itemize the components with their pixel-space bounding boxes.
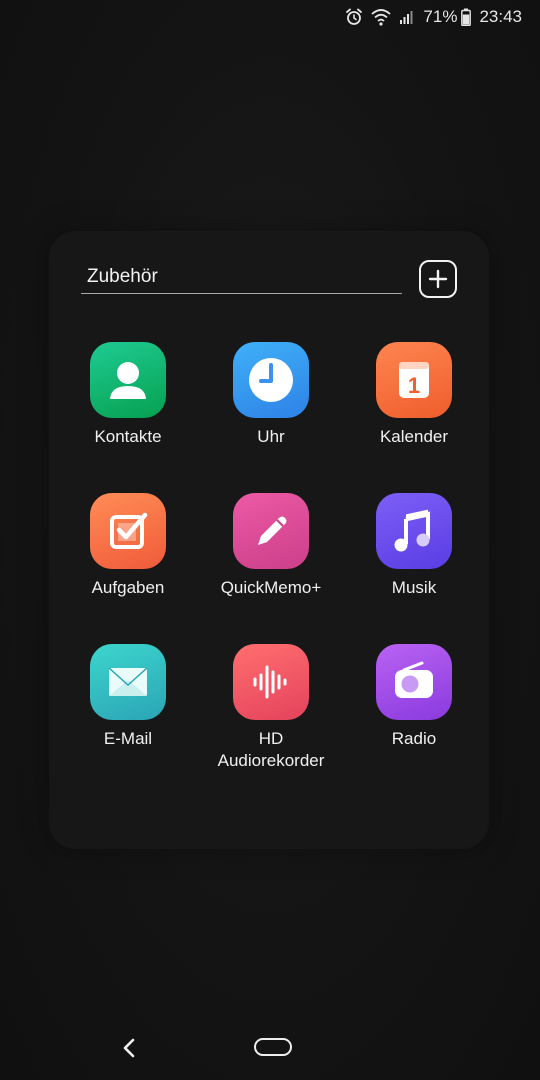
back-chevron-icon[interactable] bbox=[116, 1034, 142, 1062]
app-label: Musik bbox=[391, 578, 437, 597]
home-screen: 71% 23:43 Zubehör Kontakte Uhr 1 Kalende… bbox=[0, 0, 540, 1080]
app-label: E-Mail bbox=[103, 729, 153, 748]
plus-icon bbox=[428, 269, 448, 289]
task-checkbox-icon bbox=[90, 493, 166, 569]
app-radio[interactable]: Radio bbox=[341, 644, 487, 750]
app-label: Kalender bbox=[379, 427, 449, 446]
battery-icon bbox=[461, 8, 472, 26]
app-label: HD Audiorekorder bbox=[217, 729, 325, 770]
home-pill-icon[interactable] bbox=[254, 1038, 292, 1056]
app-email[interactable]: E-Mail bbox=[55, 644, 201, 750]
clock-icon bbox=[233, 342, 309, 418]
app-label: Radio bbox=[391, 729, 437, 748]
app-label: Uhr bbox=[257, 427, 285, 446]
signal-icon bbox=[399, 9, 415, 25]
app-hd-audiorekorder[interactable]: HD Audiorekorder bbox=[198, 644, 344, 772]
music-note-icon bbox=[376, 493, 452, 569]
calendar-icon: 1 bbox=[376, 342, 452, 418]
folder-header: Zubehör bbox=[81, 260, 457, 300]
wifi-icon bbox=[371, 8, 392, 26]
envelope-icon bbox=[90, 644, 166, 720]
app-quickmemo[interactable]: QuickMemo+ bbox=[198, 493, 344, 599]
app-uhr[interactable]: Uhr bbox=[198, 342, 344, 448]
status-bar: 71% 23:43 bbox=[0, 0, 540, 34]
contact-icon bbox=[90, 342, 166, 418]
add-app-button[interactable] bbox=[419, 260, 457, 298]
app-kontakte[interactable]: Kontakte bbox=[55, 342, 201, 448]
alarm-icon bbox=[345, 8, 363, 26]
app-label: Aufgaben bbox=[91, 578, 165, 597]
app-folder: Zubehör Kontakte Uhr 1 Kalender Aufgaben… bbox=[50, 232, 488, 848]
soundwave-icon bbox=[233, 644, 309, 720]
app-label: Kontakte bbox=[94, 427, 162, 446]
battery-percent: 71% bbox=[423, 7, 458, 26]
status-time: 23:43 bbox=[479, 7, 522, 26]
radio-icon bbox=[376, 644, 452, 720]
pencil-icon bbox=[233, 493, 309, 569]
navigation-bar bbox=[0, 1018, 540, 1080]
app-aufgaben[interactable]: Aufgaben bbox=[55, 493, 201, 599]
app-kalender[interactable]: 1 Kalender bbox=[341, 342, 487, 448]
app-musik[interactable]: Musik bbox=[341, 493, 487, 599]
app-label: QuickMemo+ bbox=[220, 578, 322, 597]
folder-name-field[interactable]: Zubehör bbox=[81, 260, 402, 294]
calendar-badge: 1 bbox=[408, 373, 420, 398]
